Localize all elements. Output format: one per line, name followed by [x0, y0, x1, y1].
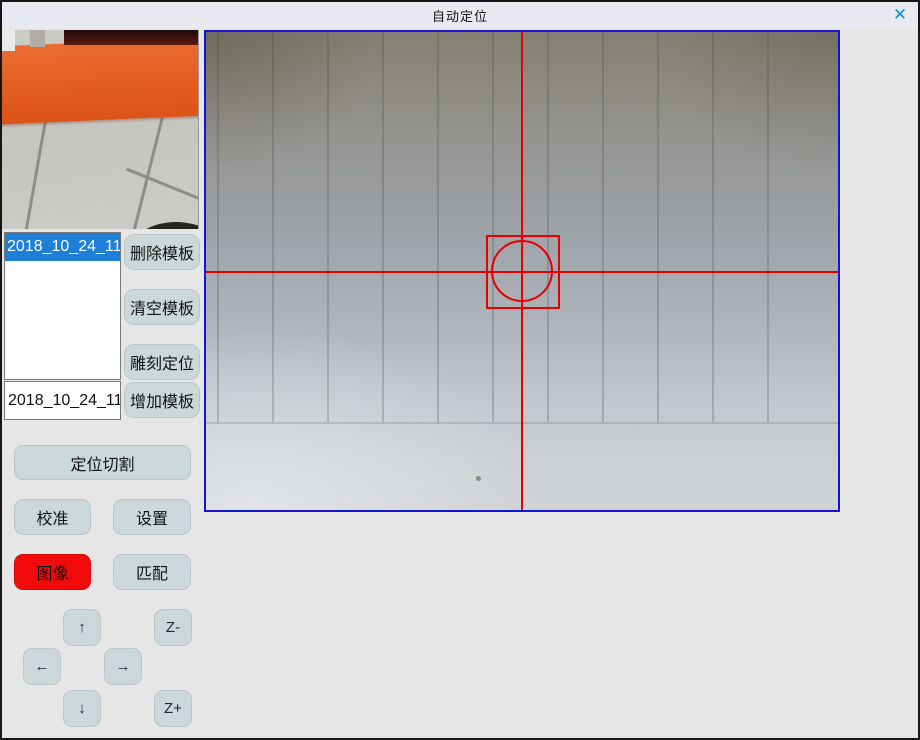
dark-blob — [130, 222, 199, 229]
delete-template-button[interactable]: 删除模板 — [124, 234, 200, 270]
template-list-item[interactable]: 2018_10_24_11 — [5, 233, 120, 261]
settings-button[interactable]: 设置 — [113, 499, 191, 535]
jog-up-button[interactable]: ↑ — [63, 609, 101, 646]
position-cut-button[interactable]: 定位切割 — [14, 445, 191, 480]
auto-position-dialog: 自动定位 ✕ 2018_10_24_11 删除模板 清空模板 雕刻定位 增加模板… — [0, 0, 920, 740]
window-title: 自动定位 — [432, 6, 488, 25]
jog-left-button[interactable]: ← — [23, 648, 61, 685]
close-icon[interactable]: ✕ — [888, 3, 912, 27]
image-button[interactable]: 图像 — [14, 554, 91, 590]
calibrate-button[interactable]: 校准 — [14, 499, 91, 535]
clear-templates-button[interactable]: 清空模板 — [124, 289, 200, 325]
template-thumbnail — [2, 30, 199, 229]
camera-view — [204, 30, 840, 512]
jog-right-button[interactable]: → — [104, 648, 142, 685]
titlebar: 自动定位 ✕ — [2, 2, 918, 28]
tile-grout-line — [16, 121, 47, 229]
jog-down-button[interactable]: ↓ — [63, 690, 101, 727]
maroon-bar — [64, 30, 199, 45]
camera-speck — [476, 476, 481, 481]
add-template-button[interactable]: 增加模板 — [124, 382, 200, 418]
target-circle — [491, 240, 553, 302]
template-name-input[interactable] — [4, 381, 121, 420]
jog-z-plus-button[interactable]: Z+ — [154, 690, 192, 727]
template-list[interactable]: 2018_10_24_11 — [4, 232, 121, 380]
match-button[interactable]: 匹配 — [113, 554, 191, 590]
jog-z-minus-button[interactable]: Z- — [154, 609, 192, 646]
tile-grout-line — [126, 168, 199, 216]
engrave-position-button[interactable]: 雕刻定位 — [124, 344, 200, 380]
gray-patch — [30, 30, 45, 47]
orange-beam — [2, 37, 199, 124]
white-patch — [2, 30, 15, 51]
